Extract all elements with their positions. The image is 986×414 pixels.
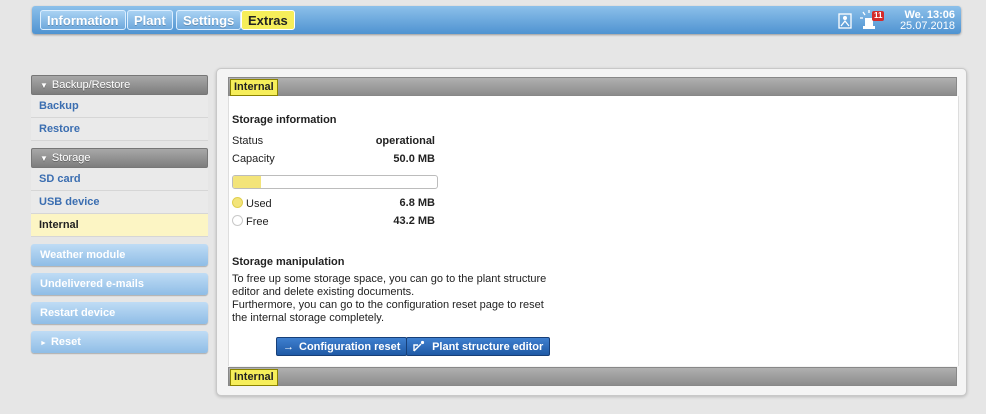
alarm-count-badge: 11 — [872, 11, 885, 21]
sidebar: ▼ Backup/Restore Backup Restore ▼ Storage … — [31, 75, 208, 360]
restart-device-button[interactable]: Restart device — [31, 302, 208, 324]
free-label: Free — [246, 216, 269, 228]
manipulation-text-1: To free up some storage space, you can g… — [232, 273, 547, 298]
top-navigation-bar: Information Plant Settings Extras 11 We.… — [32, 6, 961, 34]
configuration-reset-button[interactable]: → Configuration reset — [276, 337, 408, 356]
capacity-value: 50.0 MB — [393, 153, 435, 165]
triangle-down-icon: ▼ — [40, 81, 48, 90]
panel-header-bar: Internal — [228, 77, 957, 96]
sidebar-item-sd-card[interactable]: SD card — [31, 168, 208, 191]
tab-information[interactable]: Information — [40, 10, 126, 30]
triangle-right-icon: ► — [40, 340, 47, 347]
used-swatch — [232, 197, 243, 208]
storage-usage-bar — [232, 175, 438, 189]
group-header-storage[interactable]: ▼ Storage — [31, 148, 208, 168]
group-label: Storage — [51, 152, 91, 164]
content-panel: Internal Storage information Status oper… — [216, 68, 967, 396]
panel-footer-bar: Internal — [228, 367, 957, 386]
used-value: 6.8 MB — [399, 197, 435, 209]
used-label: Used — [246, 198, 272, 210]
storage-content: Storage information Status operational C… — [228, 96, 959, 366]
sidebar-item-internal[interactable]: Internal — [31, 214, 208, 237]
plant-structure-editor-label: Plant structure editor — [432, 341, 544, 353]
group-header-backup-restore[interactable]: ▼ Backup/Restore — [31, 75, 208, 95]
plant-structure-editor-button[interactable]: Plant structure editor — [406, 337, 551, 356]
free-swatch — [232, 215, 243, 226]
sidebar-item-restore[interactable]: Restore — [31, 118, 208, 141]
user-icon[interactable] — [838, 13, 852, 32]
date: 25.07.2018 — [899, 20, 955, 32]
reset-label: Reset — [50, 336, 81, 348]
panel-tab-internal[interactable]: Internal — [230, 79, 278, 96]
weather-module-button[interactable]: Weather module — [31, 244, 208, 266]
storage-info-title: Storage information — [232, 114, 337, 126]
tab-extras[interactable]: Extras — [241, 10, 295, 30]
used-legend: Used — [232, 197, 272, 210]
free-legend: Free — [232, 215, 269, 228]
tab-plant[interactable]: Plant — [127, 10, 173, 30]
sidebar-item-usb-device[interactable]: USB device — [31, 191, 208, 214]
editor-icon — [413, 340, 428, 353]
storage-manipulation-title: Storage manipulation — [232, 256, 345, 268]
panel-footer-tab-internal[interactable]: Internal — [230, 369, 278, 386]
triangle-down-icon: ▼ — [40, 154, 48, 163]
configuration-reset-label: Configuration reset — [299, 341, 401, 353]
status-value: operational — [375, 135, 435, 147]
status-label: Status — [232, 135, 264, 147]
datetime-display: We. 13:06 25.07.2018 — [900, 10, 955, 32]
manipulation-text-2: Furthermore, you can go to the configura… — [232, 299, 544, 324]
tab-settings[interactable]: Settings — [176, 10, 242, 30]
arrow-right-icon: → — [283, 341, 294, 353]
storage-usage-fill — [233, 176, 261, 188]
undelivered-emails-button[interactable]: Undelivered e-mails — [31, 273, 208, 295]
free-value: 43.2 MB — [393, 215, 435, 227]
group-label: Backup/Restore — [51, 79, 131, 91]
sidebar-item-backup[interactable]: Backup — [31, 95, 208, 118]
alarm-icon[interactable]: 11 — [860, 10, 888, 30]
reset-button[interactable]: ► Reset — [31, 331, 208, 353]
capacity-label: Capacity — [232, 153, 275, 165]
